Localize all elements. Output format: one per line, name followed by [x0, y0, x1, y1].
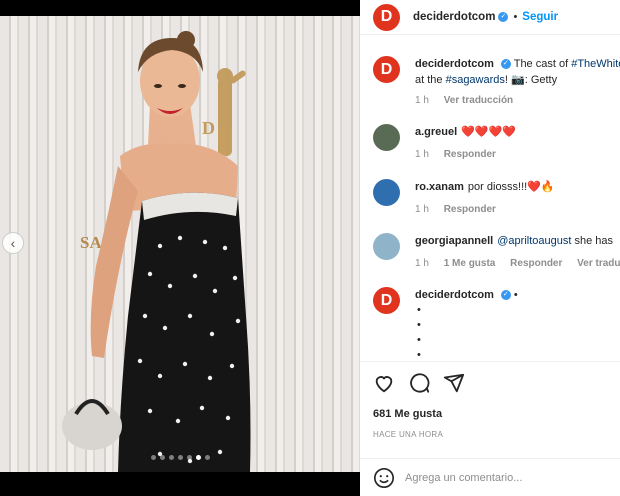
share-icon[interactable]: [443, 372, 465, 394]
commenter-avatar[interactable]: [373, 179, 400, 206]
comment-time[interactable]: 1 h: [415, 149, 429, 160]
comment-icon[interactable]: [408, 372, 430, 394]
media-panel: D SAG ‹: [0, 0, 360, 496]
verified-badge-icon: ✓: [498, 12, 509, 22]
mention-link[interactable]: @apriltoaugust: [497, 235, 571, 247]
carousel-dots: [0, 455, 360, 460]
comment-bullet: •: [417, 319, 421, 331]
photo-illustration: D SAG: [62, 31, 251, 472]
comment-likes[interactable]: 1 Me gusta: [444, 258, 496, 269]
hashtag-link[interactable]: #sagawards: [446, 74, 505, 86]
account-avatar[interactable]: D: [373, 3, 400, 31]
heart-icon[interactable]: [373, 372, 395, 394]
header-separator: •: [513, 11, 518, 23]
carousel-dot[interactable]: [150, 455, 156, 460]
hashtag-link[interactable]: #TheWhite: [571, 58, 620, 70]
post-side-panel: D deciderdotcom ✓ • Seguir D deciderdotc…: [360, 0, 620, 496]
carousel-dot[interactable]: [195, 455, 201, 460]
commenter-avatar[interactable]: [373, 233, 400, 260]
comment-time[interactable]: 1 h: [415, 258, 429, 269]
comment-username[interactable]: georgiapannell: [415, 235, 493, 247]
verified-badge-icon: ✓: [500, 290, 511, 301]
reply-button[interactable]: Responder: [510, 258, 562, 269]
comment-text: por diosss!!!❤️🔥: [467, 181, 555, 193]
svg-text:D: D: [202, 118, 215, 138]
comment-suffix: •: [513, 289, 518, 301]
post-dialog: D SAG ‹ D deciderdotcom ✓ • Seguir D dec…: [0, 0, 620, 496]
caption-avatar[interactable]: D: [373, 56, 400, 83]
reply-button[interactable]: Responder: [444, 204, 496, 215]
carousel-dot[interactable]: [204, 455, 210, 460]
post-photo: D SAG: [0, 16, 360, 472]
carousel-dot[interactable]: [177, 455, 183, 460]
comment-bullet: •: [417, 334, 421, 346]
comment-username[interactable]: a.greuel: [415, 126, 457, 138]
comment-bullet: •: [417, 349, 421, 360]
carousel-prev-button[interactable]: ‹: [2, 232, 24, 254]
post-header: D deciderdotcom ✓ • Seguir: [360, 0, 620, 35]
header-username[interactable]: deciderdotcom: [413, 11, 495, 23]
translate-button[interactable]: Ver traducción: [444, 95, 513, 106]
translate-button[interactable]: Ver traducción: [577, 258, 620, 269]
comment-text: ❤️❤️❤️❤️: [461, 126, 516, 138]
carousel-dot[interactable]: [159, 455, 165, 460]
caption-text-2: at the: [415, 74, 446, 86]
follow-button[interactable]: Seguir: [522, 11, 558, 23]
reply-button[interactable]: Responder: [444, 149, 496, 160]
comment-time[interactable]: 1 h: [415, 204, 429, 215]
caption-username[interactable]: deciderdotcom: [415, 58, 494, 70]
verified-badge-icon: ✓: [500, 59, 511, 70]
caption-time[interactable]: 1 h: [415, 95, 429, 106]
comment-composer: [360, 458, 620, 496]
carousel-dot[interactable]: [186, 455, 192, 460]
comment-text: she has: [571, 235, 613, 247]
comment-username[interactable]: ro.xanam: [415, 181, 464, 193]
comment-username[interactable]: deciderdotcom: [415, 289, 494, 301]
post-actions: 681 Me gusta HACE UNA HORA: [360, 361, 620, 496]
caption-text-3: ! 📷: Getty: [504, 74, 558, 86]
commenter-avatar[interactable]: D: [373, 287, 400, 314]
carousel-dot[interactable]: [168, 455, 174, 460]
posted-time[interactable]: HACE UNA HORA: [373, 430, 443, 439]
comment-bullet: •: [417, 304, 421, 316]
commenter-avatar[interactable]: [373, 124, 400, 151]
comment-input[interactable]: [405, 472, 605, 484]
caption-text: The cast of: [513, 58, 572, 70]
likes-count[interactable]: 681 Me gusta: [373, 408, 442, 420]
comments-list: D deciderdotcom ✓ The cast of #TheWhite a…: [360, 36, 620, 360]
emoji-icon[interactable]: [373, 467, 395, 489]
